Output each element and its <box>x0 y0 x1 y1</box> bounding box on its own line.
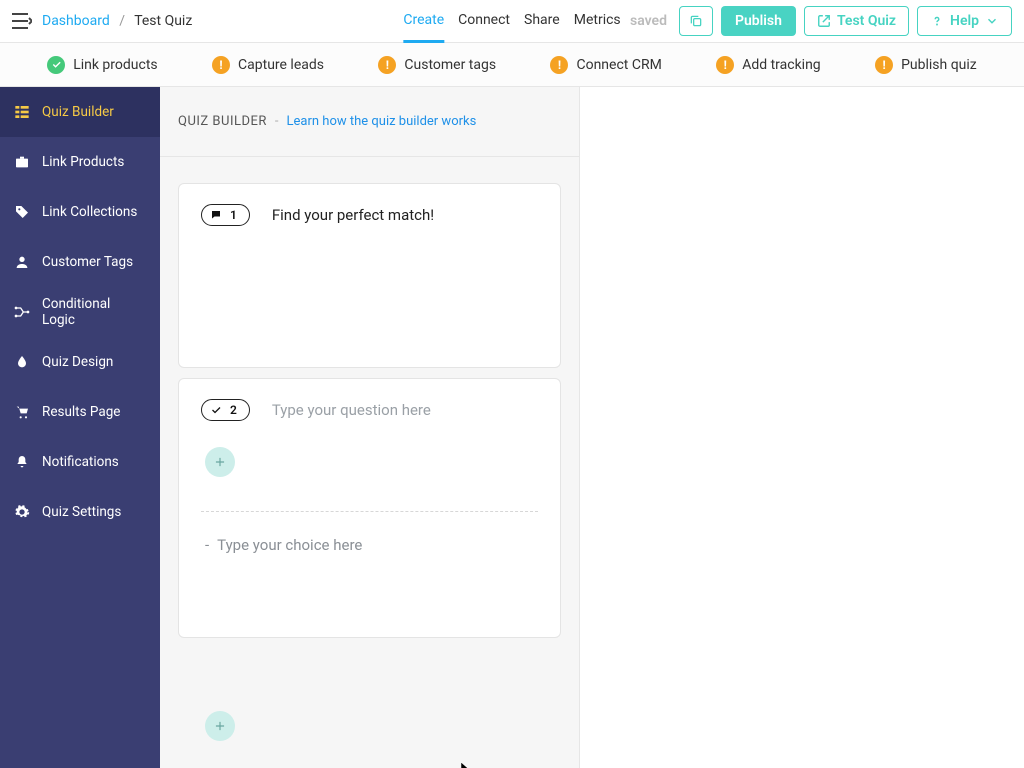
step-link-products[interactable]: Link products <box>47 56 157 74</box>
dash: - <box>275 114 279 129</box>
sidebar-item-link-products[interactable]: Link Products <box>0 137 160 187</box>
builder-title: QUIZ BUILDER <box>178 114 267 129</box>
step-capture-leads[interactable]: ! Capture leads <box>212 56 324 74</box>
tab-create[interactable]: Create <box>403 0 444 43</box>
step-label: Publish quiz <box>901 57 977 73</box>
grid-icon <box>14 104 30 120</box>
sidebar-item-label: Quiz Settings <box>42 504 121 520</box>
alert-icon: ! <box>550 56 568 74</box>
builder-learn-link[interactable]: Learn how the quiz builder works <box>287 114 477 129</box>
tab-metrics[interactable]: Metrics <box>574 0 621 43</box>
sidebar-item-label: Quiz Builder <box>42 104 114 120</box>
sidebar-item-quiz-settings[interactable]: Quiz Settings <box>0 487 160 537</box>
question-card-1[interactable]: 1 Find your perfect match! <box>178 183 561 368</box>
sidebar-item-results-page[interactable]: Results Page <box>0 387 160 437</box>
step-label: Link products <box>73 57 157 73</box>
saved-status: saved <box>630 13 667 29</box>
sidebar-item-label: Quiz Design <box>42 354 113 370</box>
sidebar-item-quiz-design[interactable]: Quiz Design <box>0 337 160 387</box>
publish-button[interactable]: Publish <box>721 6 796 36</box>
tab-share[interactable]: Share <box>524 0 560 43</box>
question-placeholder[interactable]: Type your question here <box>272 401 431 419</box>
sidebar-item-notifications[interactable]: Notifications <box>0 437 160 487</box>
add-question-button[interactable] <box>205 447 235 477</box>
tab-connect[interactable]: Connect <box>458 0 510 43</box>
builder-column: QUIZ BUILDER - Learn how the quiz builde… <box>160 87 580 768</box>
check-icon <box>47 56 65 74</box>
step-customer-tags[interactable]: ! Customer tags <box>378 56 496 74</box>
alert-icon: ! <box>378 56 396 74</box>
question-badge: 2 <box>201 399 250 421</box>
builder-header: QUIZ BUILDER - Learn how the quiz builde… <box>160 87 579 157</box>
question-text[interactable]: Find your perfect match! <box>272 206 434 224</box>
choice-placeholder[interactable]: Type your choice here <box>217 536 362 554</box>
chevron-down-icon <box>985 14 999 28</box>
tag-icon <box>14 204 30 220</box>
step-connect-crm[interactable]: ! Connect CRM <box>550 56 661 74</box>
question-card-2[interactable]: 2 Type your question here - Type your ch… <box>178 378 561 638</box>
sidebar-item-label: Link Collections <box>42 204 137 220</box>
sidebar-item-conditional-logic[interactable]: Conditional Logic <box>0 287 160 337</box>
help-button[interactable]: Help <box>917 6 1012 36</box>
step-add-tracking[interactable]: ! Add tracking <box>716 56 820 74</box>
copy-button[interactable] <box>679 6 713 36</box>
breadcrumb: Dashboard / Test Quiz <box>42 13 192 29</box>
sidebar-item-quiz-builder[interactable]: Quiz Builder <box>0 87 160 137</box>
sidebar-item-label: Conditional Logic <box>42 296 146 328</box>
breadcrumb-sep: / <box>119 13 125 29</box>
breadcrumb-quiz: Test Quiz <box>134 13 192 29</box>
briefcase-icon <box>14 154 30 170</box>
step-label: Add tracking <box>742 57 820 73</box>
menu-icon[interactable] <box>12 13 32 29</box>
alert-icon: ! <box>212 56 230 74</box>
check-icon <box>210 404 222 416</box>
question-number: 2 <box>230 403 237 417</box>
question-badge: 1 <box>201 204 250 226</box>
sidebar-item-label: Customer Tags <box>42 254 133 270</box>
step-label: Capture leads <box>238 57 324 73</box>
step-label: Customer tags <box>404 57 496 73</box>
step-label: Connect CRM <box>576 57 661 73</box>
help-label: Help <box>950 13 979 29</box>
alert-icon: ! <box>875 56 893 74</box>
sidebar-item-label: Link Products <box>42 154 124 170</box>
breadcrumb-dashboard[interactable]: Dashboard <box>42 13 110 29</box>
cart-icon <box>14 404 30 420</box>
steps-bar: Link products ! Capture leads ! Customer… <box>0 43 1024 87</box>
sidebar-item-link-collections[interactable]: Link Collections <box>0 187 160 237</box>
step-publish-quiz[interactable]: ! Publish quiz <box>875 56 977 74</box>
drop-icon <box>14 354 30 370</box>
test-quiz-label: Test Quiz <box>837 13 896 29</box>
gear-icon <box>14 504 30 520</box>
top-tabs: Create Connect Share Metrics <box>403 0 620 43</box>
sidebar: Quiz Builder Link Products Link Collecti… <box>0 87 160 768</box>
sidebar-item-label: Results Page <box>42 404 120 420</box>
preview-column <box>580 87 1024 768</box>
alert-icon: ! <box>716 56 734 74</box>
test-quiz-button[interactable]: Test Quiz <box>804 6 909 36</box>
sidebar-item-customer-tags[interactable]: Customer Tags <box>0 237 160 287</box>
chat-icon <box>210 209 222 221</box>
bell-icon <box>14 454 30 470</box>
choice-bullet: - <box>205 536 209 554</box>
sidebar-item-label: Notifications <box>42 454 119 470</box>
person-icon <box>14 254 30 270</box>
branch-icon <box>14 304 30 320</box>
add-question-button[interactable] <box>205 711 235 741</box>
question-number: 1 <box>230 208 237 222</box>
